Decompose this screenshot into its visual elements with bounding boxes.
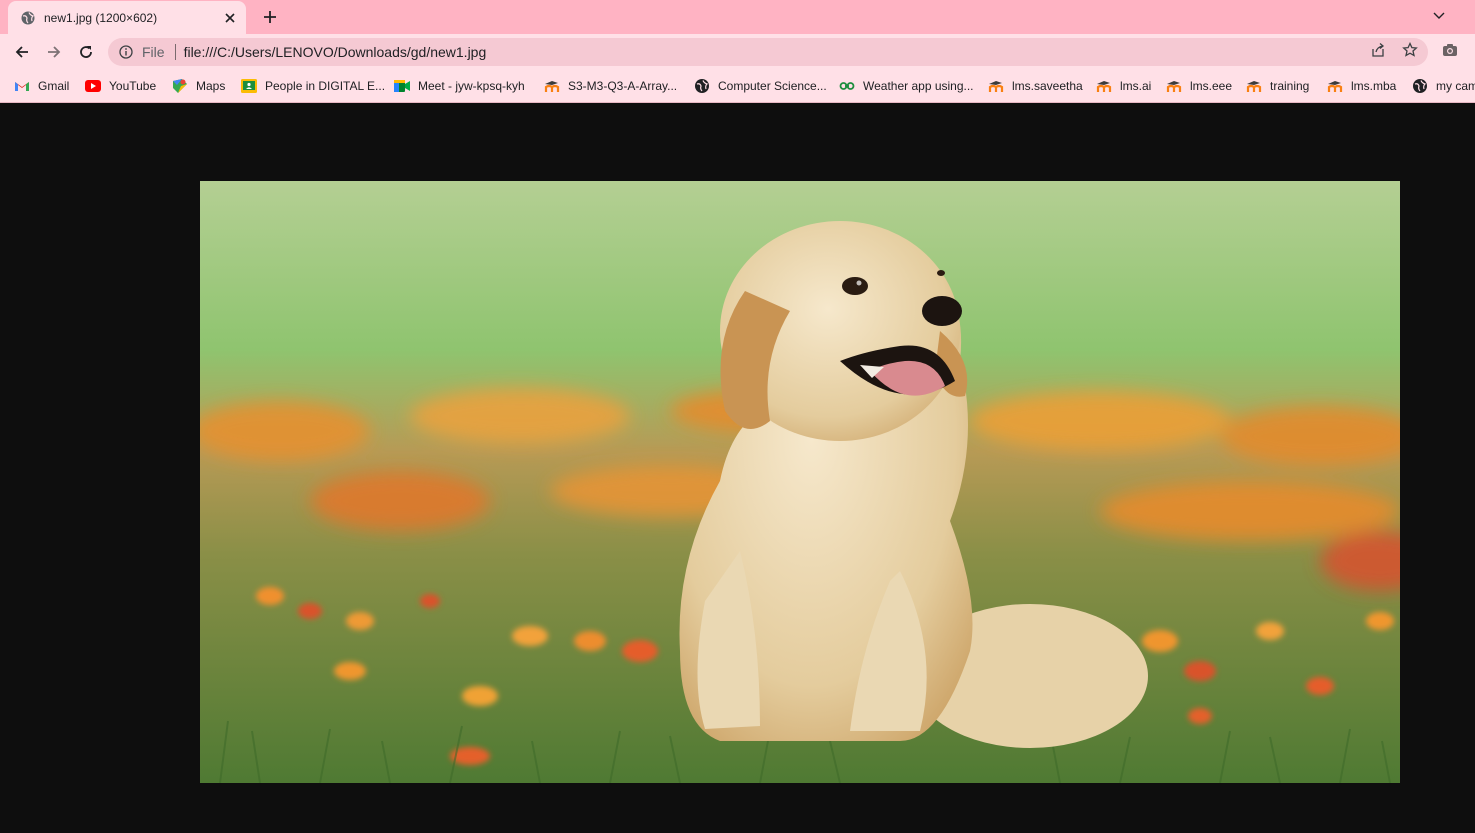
moodle-icon	[1166, 78, 1182, 94]
bookmark-youtube[interactable]: YouTube	[85, 76, 156, 96]
reload-button[interactable]	[72, 38, 100, 66]
moodle-icon	[1096, 78, 1112, 94]
bookmark-star-button[interactable]	[1398, 38, 1422, 62]
bookmark-maps[interactable]: Maps	[172, 76, 225, 96]
bookmark-computer-science[interactable]: Computer Science...	[694, 76, 827, 96]
meet-icon	[394, 78, 410, 94]
bookmark-weather-app[interactable]: Weather app using...	[839, 76, 974, 96]
scheme-label: File	[142, 44, 165, 60]
link-icon	[839, 78, 855, 94]
gmail-icon	[14, 78, 30, 94]
camera-button[interactable]	[1438, 38, 1462, 62]
moodle-icon	[544, 78, 560, 94]
close-tab-icon[interactable]	[220, 8, 240, 28]
bookmark-classroom[interactable]: People in DIGITAL E...	[241, 76, 385, 96]
bookmark-my-cam[interactable]: my cam	[1412, 76, 1475, 96]
displayed-image-puppy[interactable]	[200, 181, 1400, 783]
info-icon[interactable]	[118, 44, 134, 60]
share-icon	[1372, 43, 1385, 57]
bookmark-lms-saveetha[interactable]: lms.saveetha	[988, 76, 1083, 96]
bookmark-lms-mba[interactable]: lms.mba	[1327, 76, 1396, 96]
plus-icon	[264, 11, 276, 23]
image-viewer	[0, 103, 1475, 833]
tab-title: new1.jpg (1200×602)	[44, 10, 158, 25]
back-button[interactable]	[8, 38, 36, 66]
address-bar[interactable]: File file:///C:/Users/LENOVO/Downloads/g…	[108, 38, 1428, 66]
bookmark-lms-eee[interactable]: lms.eee	[1166, 76, 1232, 96]
chevron-down-icon	[1433, 12, 1445, 19]
active-tab[interactable]: new1.jpg (1200×602)	[8, 1, 246, 34]
maps-icon	[172, 78, 188, 94]
bookmark-meet[interactable]: Meet - jyw-kpsq-kyh	[394, 76, 525, 96]
forward-button[interactable]	[40, 38, 68, 66]
bookmark-s3-array[interactable]: S3-M3-Q3-A-Array...	[544, 76, 677, 96]
share-button[interactable]	[1366, 38, 1390, 62]
back-arrow-icon	[15, 46, 28, 58]
new-tab-button[interactable]	[258, 5, 282, 29]
bookmarks-bar: Gmail YouTube Maps People in DIGITAL E..…	[0, 70, 1475, 103]
camera-icon	[1443, 44, 1457, 56]
tab-search-button[interactable]	[1427, 5, 1451, 27]
bookmark-training[interactable]: training	[1246, 76, 1309, 96]
globe-icon	[1412, 78, 1428, 94]
bookmark-gmail[interactable]: Gmail	[14, 76, 69, 96]
moodle-icon	[988, 78, 1004, 94]
moodle-icon	[1327, 78, 1343, 94]
moodle-icon	[1246, 78, 1262, 94]
star-icon	[1402, 42, 1418, 57]
youtube-icon	[85, 78, 101, 94]
forward-arrow-icon	[48, 46, 61, 58]
url-text[interactable]: file:///C:/Users/LENOVO/Downloads/gd/new…	[184, 44, 487, 60]
tab-strip: new1.jpg (1200×602)	[0, 0, 1475, 34]
classroom-icon	[241, 78, 257, 94]
toolbar: File file:///C:/Users/LENOVO/Downloads/g…	[0, 34, 1475, 70]
globe-icon	[20, 10, 36, 26]
globe-icon	[694, 78, 710, 94]
reload-icon	[80, 46, 92, 58]
bookmark-lms-ai[interactable]: lms.ai	[1096, 76, 1151, 96]
omnibox-divider	[174, 44, 176, 60]
